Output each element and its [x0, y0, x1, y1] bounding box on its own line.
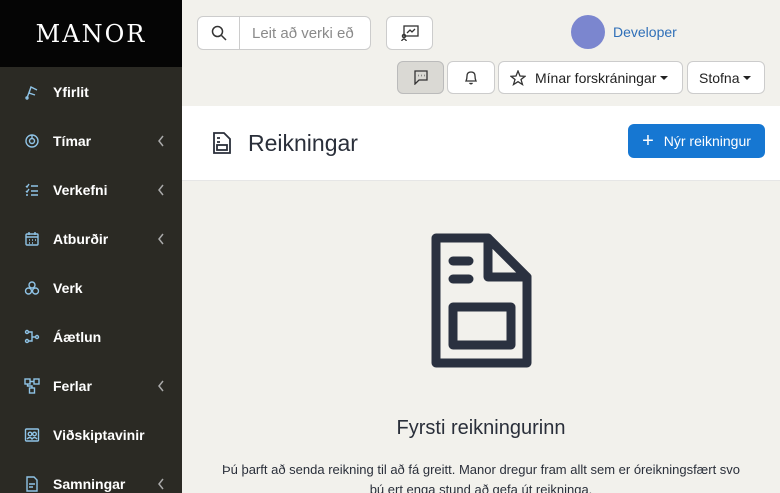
sidebar-item-atburdir[interactable]: Atburðir: [0, 214, 182, 263]
sidebar-item-label: Verkefni: [53, 181, 108, 198]
chevron-left-icon: [158, 135, 164, 146]
chevron-left-icon: [158, 478, 164, 489]
presentation-button[interactable]: [386, 16, 433, 50]
topbar: Developer Mínar forskráningar Stofna: [182, 0, 780, 106]
sidebar-item-label: Atburðir: [53, 230, 109, 247]
create-label: Stofna: [699, 69, 740, 86]
bell-icon: [464, 71, 478, 85]
sidebar-item-yfirlit[interactable]: Yfirlit: [0, 67, 182, 116]
caret-down-icon: [743, 75, 752, 80]
chat-button[interactable]: [397, 61, 444, 94]
sidebar-item-label: Viðskiptavinir: [53, 426, 145, 443]
chevron-left-icon: [158, 184, 164, 195]
user-name-link[interactable]: Developer: [613, 24, 677, 40]
sidebar-item-ferlar[interactable]: Ferlar: [0, 361, 182, 410]
sidebar-item-label: Yfirlit: [53, 83, 89, 100]
empty-state-title: Fyrsti reikningurinn: [396, 417, 566, 439]
empty-state: Fyrsti reikningurinn Þú þarft að senda r…: [182, 181, 780, 493]
customers-icon: [24, 427, 40, 443]
favorites-label: Mínar forskráningar: [535, 69, 657, 86]
new-invoice-label: Nýr reikningur: [663, 133, 751, 149]
star-icon: [510, 69, 526, 86]
favorites-dropdown[interactable]: Mínar forskráningar: [498, 61, 683, 94]
search-icon[interactable]: [198, 17, 240, 49]
overview-icon: [24, 84, 40, 100]
search-input[interactable]: [240, 17, 370, 49]
plan-icon: [24, 329, 40, 345]
chevron-left-icon: [158, 380, 164, 391]
tasks-icon: [24, 182, 40, 198]
notifications-button[interactable]: [447, 61, 495, 94]
search-box: [197, 16, 371, 50]
sidebar-item-samningar[interactable]: Samningar: [0, 459, 182, 493]
sidebar-item-aaetlun[interactable]: Áætlun: [0, 312, 182, 361]
brand-logo[interactable]: MANOR: [0, 0, 182, 67]
sidebar-item-timar[interactable]: Tímar: [0, 116, 182, 165]
invoice-illustration-icon: [431, 233, 532, 368]
empty-state-line-1: Þú þarft að senda reikning til að fá gre…: [221, 462, 741, 477]
avatar[interactable]: [571, 15, 605, 49]
presentation-icon: [400, 25, 419, 41]
sidebar-item-label: Ferlar: [53, 377, 92, 394]
chevron-left-icon: [158, 233, 164, 244]
sidebar-item-vidskiptavinir[interactable]: Viðskiptavinir: [0, 410, 182, 459]
sidebar-item-verkefni[interactable]: Verkefni: [0, 165, 182, 214]
invoice-icon: [213, 132, 231, 154]
empty-state-text: Þú þarft að senda reikning til að fá gre…: [188, 460, 774, 493]
sidebar-item-verk[interactable]: Verk: [0, 263, 182, 312]
caret-down-icon: [660, 75, 669, 80]
projects-icon: [24, 280, 40, 296]
sidebar-item-label: Samningar: [53, 475, 126, 492]
new-invoice-button[interactable]: + Nýr reikningur: [628, 124, 765, 158]
sidebar: MANOR Yfirlit Tímar Verkefni Atburðir Ve…: [0, 0, 182, 493]
calendar-icon: [24, 231, 40, 247]
page-title: Reikningar: [248, 130, 358, 156]
sidebar-item-label: Tímar: [53, 132, 92, 149]
plus-icon: +: [642, 130, 654, 152]
create-dropdown[interactable]: Stofna: [687, 61, 765, 94]
contract-icon: [24, 475, 40, 492]
page-header: Reikningar + Nýr reikningur: [182, 106, 780, 181]
sidebar-item-label: Áætlun: [53, 328, 102, 345]
workflow-icon: [24, 377, 40, 394]
time-icon: [24, 133, 40, 149]
chat-icon: [413, 70, 428, 85]
empty-state-line-2: þú ert enga stund að gefa út reikninga.: [369, 482, 593, 493]
sidebar-item-label: Verk: [53, 279, 83, 296]
